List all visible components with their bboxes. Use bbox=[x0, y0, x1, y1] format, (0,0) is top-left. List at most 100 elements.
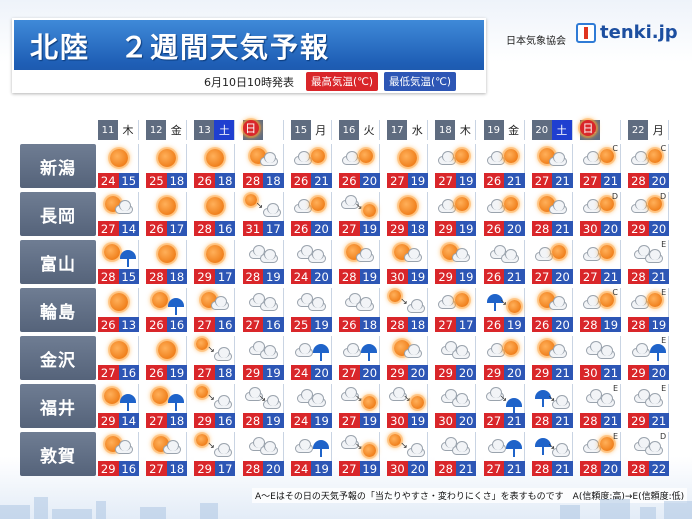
forecast-cell[interactable]: D 28 22 bbox=[628, 432, 670, 476]
forecast-cell[interactable]: 28 20 bbox=[242, 432, 284, 476]
forecast-cell[interactable]: ↘ 27 19 bbox=[339, 432, 380, 476]
forecast-cell[interactable]: ↘ 28 18 bbox=[387, 288, 429, 332]
max-temp: 24 bbox=[98, 173, 119, 188]
forecast-cell[interactable]: 26 18 bbox=[194, 144, 236, 188]
forecast-cell[interactable]: 29 18 bbox=[387, 192, 429, 236]
forecast-cell[interactable]: 28 21 bbox=[531, 192, 573, 236]
forecast-cell[interactable]: ↘ 28 21 bbox=[531, 432, 573, 476]
temperature-pair: 28 18 bbox=[387, 317, 429, 332]
forecast-cell[interactable]: E 28 19 bbox=[628, 288, 670, 332]
forecast-cell[interactable]: 28 19 bbox=[242, 240, 284, 284]
forecast-cell[interactable]: 26 20 bbox=[290, 192, 332, 236]
forecast-cell[interactable]: 27 19 bbox=[435, 144, 477, 188]
forecast-cell[interactable]: 30 21 bbox=[580, 336, 621, 380]
forecast-cell[interactable]: 29 16 bbox=[98, 432, 139, 476]
cloud-icon bbox=[356, 297, 374, 311]
forecast-cell[interactable]: D 29 20 bbox=[628, 192, 670, 236]
forecast-cell[interactable]: 29 14 bbox=[98, 384, 139, 428]
forecast-cell[interactable]: 29 20 bbox=[387, 336, 429, 380]
forecast-cell[interactable]: 27 20 bbox=[339, 336, 380, 380]
max-temp: 30 bbox=[435, 413, 456, 428]
temperature-pair: 29 19 bbox=[242, 365, 284, 380]
forecast-cell[interactable]: 27 21 bbox=[580, 240, 621, 284]
forecast-cell[interactable]: C 27 21 bbox=[580, 144, 621, 188]
cloud-icon bbox=[407, 299, 426, 313]
temperature-pair: 26 18 bbox=[339, 317, 380, 332]
forecast-cell[interactable]: E 28 21 bbox=[628, 240, 670, 284]
forecast-cell[interactable]: 26 19 bbox=[146, 336, 188, 380]
forecast-cell[interactable]: 25 18 bbox=[146, 144, 188, 188]
temperature-pair: 29 17 bbox=[194, 461, 236, 476]
forecast-cell[interactable]: ↘ 27 19 bbox=[339, 192, 380, 236]
forecast-cell[interactable]: 30 20 bbox=[435, 384, 477, 428]
forecast-cell[interactable]: D 30 20 bbox=[580, 192, 621, 236]
forecast-cell[interactable]: 26 21 bbox=[483, 240, 525, 284]
forecast-cell[interactable]: 29 20 bbox=[435, 336, 477, 380]
min-temp: 18 bbox=[166, 173, 188, 188]
forecast-cell[interactable]: ↘ 30 19 bbox=[387, 384, 429, 428]
forecast-cell[interactable]: 29 19 bbox=[435, 192, 477, 236]
forecast-cell[interactable]: 26 18 bbox=[339, 288, 380, 332]
weather-icon bbox=[194, 192, 235, 221]
forecast-cell[interactable]: 26 20 bbox=[483, 192, 525, 236]
forecast-cell[interactable]: 29 19 bbox=[242, 336, 284, 380]
forecast-cell[interactable]: 24 15 bbox=[98, 144, 139, 188]
forecast-cell[interactable]: 27 18 bbox=[146, 384, 188, 428]
forecast-cell[interactable]: 27 18 bbox=[146, 432, 188, 476]
forecast-cell[interactable]: ↘ 31 17 bbox=[242, 192, 284, 236]
forecast-cell[interactable]: 26 13 bbox=[98, 288, 139, 332]
forecast-cell[interactable]: 28 16 bbox=[194, 192, 236, 236]
forecast-cell[interactable]: C 28 19 bbox=[580, 288, 621, 332]
forecast-cell[interactable]: 27 19 bbox=[387, 144, 429, 188]
forecast-cell[interactable]: 28 21 bbox=[435, 432, 477, 476]
forecast-cell[interactable]: 27 16 bbox=[98, 336, 139, 380]
forecast-cell[interactable]: 26 20 bbox=[531, 288, 573, 332]
forecast-cell[interactable]: 28 15 bbox=[98, 240, 139, 284]
forecast-cell[interactable]: 27 21 bbox=[483, 432, 525, 476]
forecast-cell[interactable]: ↘ 27 21 bbox=[483, 384, 525, 428]
forecast-cell[interactable]: E 28 20 bbox=[580, 432, 621, 476]
forecast-cell[interactable]: 24 20 bbox=[290, 240, 332, 284]
forecast-cell[interactable]: 29 20 bbox=[483, 336, 525, 380]
forecast-cell[interactable]: 27 21 bbox=[531, 144, 573, 188]
forecast-cell[interactable]: 26 16 bbox=[146, 288, 188, 332]
forecast-cell[interactable]: ↘ 29 16 bbox=[194, 384, 236, 428]
forecast-cell[interactable]: 26 21 bbox=[483, 144, 525, 188]
forecast-cell[interactable]: ↘ 28 19 bbox=[242, 384, 284, 428]
forecast-cell[interactable]: 27 14 bbox=[98, 192, 139, 236]
legend-min-temp: 最低気温(℃) bbox=[384, 72, 456, 91]
forecast-cell[interactable]: E 28 21 bbox=[580, 384, 621, 428]
forecast-cell[interactable]: 24 19 bbox=[290, 432, 332, 476]
forecast-cell[interactable]: 28 18 bbox=[242, 144, 284, 188]
forecast-cell[interactable]: 30 19 bbox=[387, 240, 429, 284]
forecast-cell[interactable]: ↘ 29 17 bbox=[194, 432, 236, 476]
forecast-cell[interactable]: 27 17 bbox=[435, 288, 477, 332]
forecast-cell[interactable]: 29 17 bbox=[194, 240, 236, 284]
temperature-pair: 31 17 bbox=[242, 221, 284, 236]
temperature-pair: 24 19 bbox=[290, 413, 332, 428]
forecast-cell[interactable]: 26 20 bbox=[339, 144, 380, 188]
forecast-cell[interactable]: ↘ 27 19 bbox=[339, 384, 380, 428]
forecast-cell[interactable]: 28 18 bbox=[146, 240, 188, 284]
temperature-pair: 27 16 bbox=[242, 317, 284, 332]
forecast-cell[interactable]: 29 19 bbox=[435, 240, 477, 284]
forecast-cell[interactable]: 24 19 bbox=[290, 384, 332, 428]
forecast-cell[interactable]: ↘ 26 19 bbox=[483, 288, 525, 332]
forecast-cell[interactable]: C 28 20 bbox=[628, 144, 670, 188]
forecast-cell[interactable]: 27 20 bbox=[531, 240, 573, 284]
forecast-cell[interactable]: 28 19 bbox=[339, 240, 380, 284]
forecast-cell[interactable]: 26 21 bbox=[290, 144, 332, 188]
forecast-cell[interactable]: 27 16 bbox=[242, 288, 284, 332]
forecast-cell[interactable]: E 29 21 bbox=[628, 384, 670, 428]
forecast-cell[interactable]: 24 20 bbox=[290, 336, 332, 380]
forecast-cell[interactable]: 27 16 bbox=[194, 288, 236, 332]
forecast-cell[interactable]: ↘ 28 21 bbox=[531, 384, 573, 428]
forecast-cell[interactable]: 25 19 bbox=[290, 288, 332, 332]
forecast-cell[interactable]: 26 17 bbox=[146, 192, 188, 236]
brand-logo[interactable]: tenki.jp bbox=[576, 22, 678, 43]
max-temp: 30 bbox=[580, 221, 601, 236]
forecast-cell[interactable]: ↘ 27 18 bbox=[194, 336, 236, 380]
forecast-cell[interactable]: 29 21 bbox=[531, 336, 573, 380]
forecast-cell[interactable]: E 29 20 bbox=[628, 336, 670, 380]
forecast-cell[interactable]: ↘ 30 20 bbox=[387, 432, 429, 476]
